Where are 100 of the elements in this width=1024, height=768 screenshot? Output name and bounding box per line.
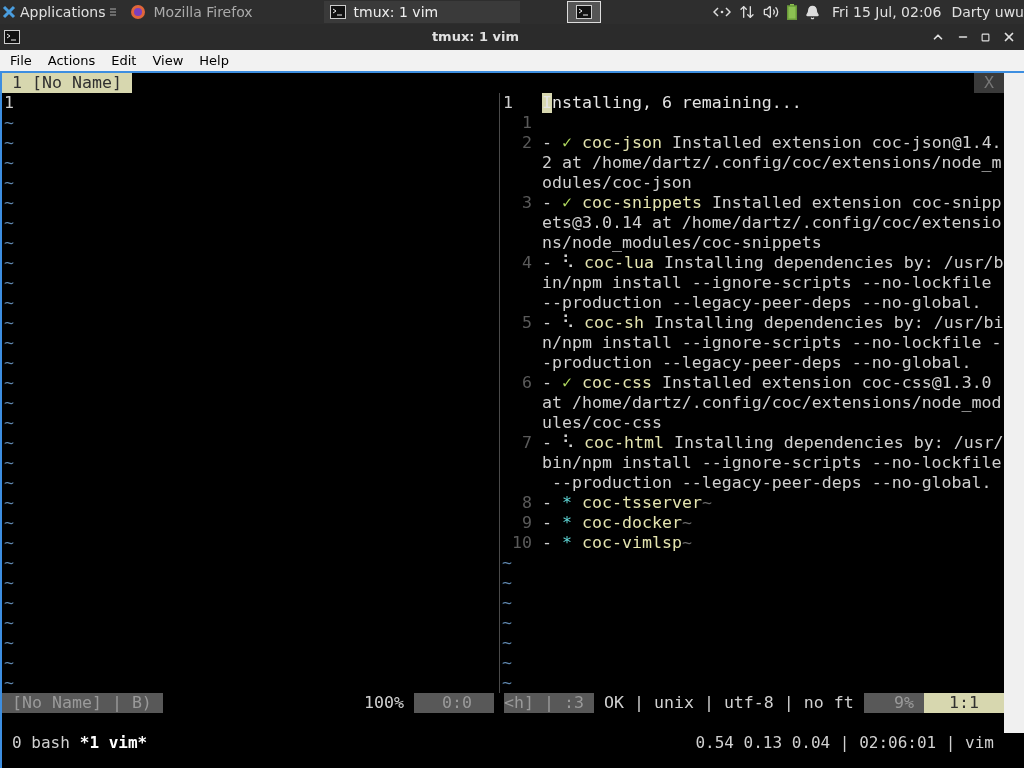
menu-item[interactable]: Help xyxy=(191,50,237,71)
tilde: ~ xyxy=(502,633,512,652)
terminal-icon xyxy=(4,30,20,44)
code-line: ules/coc-css xyxy=(542,413,662,433)
tilde: ~ xyxy=(4,573,14,592)
menu-item[interactable]: Edit xyxy=(103,50,145,71)
tilde: ~ xyxy=(502,573,512,592)
line-number: 4 xyxy=(521,253,532,273)
position-status: 0:0 xyxy=(414,693,494,713)
user-menu[interactable]: Darty uwu xyxy=(951,1,1024,23)
code-line: at /home/dartz/.config/coc/extensions/node_mod xyxy=(542,393,1002,413)
buffer-status: [No Name] | B) xyxy=(2,693,163,713)
line-number: 6 xyxy=(521,373,532,393)
tilde: ~ xyxy=(4,293,14,312)
file-info: OK | unix | utf-8 | no ft xyxy=(604,693,855,713)
tmux-window[interactable]: *1 vim* xyxy=(79,733,148,753)
tilde: ~ xyxy=(4,393,14,412)
tilde: ~ xyxy=(4,613,14,632)
tmux-status-info: 0.54 0.13 0.04 | 02:06:01 | vim xyxy=(695,733,994,753)
menu-icon xyxy=(109,7,116,17)
close-icon[interactable] xyxy=(1002,30,1016,44)
code-line: odules/coc-json xyxy=(542,173,692,193)
code-line: - ✓ coc-css Installed extension coc-css@1.3.0 xyxy=(542,373,992,393)
tilde: ~ xyxy=(4,373,14,392)
maximize-icon[interactable] xyxy=(981,32,990,42)
tilde: ~ xyxy=(4,413,14,432)
code-line: --production --legacy-peer-deps --no-global. xyxy=(542,293,982,313)
percent-status: 100% xyxy=(364,693,405,713)
mode-status: <h] | :3 xyxy=(504,693,594,713)
code-line: - * coc-docker~ xyxy=(542,513,692,533)
tilde: ~ xyxy=(4,333,14,352)
cursor-status: 1:1 xyxy=(924,693,1004,713)
window-title: tmux: 1 vim xyxy=(430,28,521,47)
scrollbar[interactable] xyxy=(1004,73,1024,733)
tilde: ~ xyxy=(4,193,14,212)
code-line: - * coc-tsserver~ xyxy=(542,493,712,513)
code-line: ets@3.0.14 at /home/dartz/.config/coc/extensio xyxy=(542,213,1002,233)
tilde: ~ xyxy=(502,553,512,572)
code-line: - ⠣ coc-html Installing dependencies by: /usr/ xyxy=(542,433,1004,453)
tilde: ~ xyxy=(502,593,512,612)
line-number: 5 xyxy=(521,313,532,333)
line-number: 1 xyxy=(502,93,514,113)
applications-menu[interactable]: Applications xyxy=(0,0,120,24)
tilde: ~ xyxy=(4,533,14,552)
tilde: ~ xyxy=(4,353,14,372)
scroll-status: 9% xyxy=(864,693,924,713)
tilde: ~ xyxy=(4,273,14,292)
code-line: bin/npm install --ignore-scripts --no-lockfile xyxy=(542,453,1002,473)
tilde: ~ xyxy=(4,313,14,332)
clock[interactable]: Fri 15 Jul, 02:06 xyxy=(831,1,942,23)
tilde: ~ xyxy=(4,593,14,612)
network-icon xyxy=(712,6,731,18)
tilde: ~ xyxy=(502,613,512,632)
workspace-button[interactable] xyxy=(566,1,601,23)
code-line: - ⠣ coc-sh Installing dependencies by: /usr/bi xyxy=(542,313,1004,333)
code-line: - * coc-vimlsp~ xyxy=(542,533,692,553)
line-number: 9 xyxy=(521,513,532,533)
code-line: n/npm install --ignore-scripts --no-lockfile - xyxy=(542,333,1002,353)
buffer-tab[interactable]: 1 [No Name] xyxy=(2,73,132,93)
xfce-logo-icon xyxy=(2,5,16,19)
tilde: ~ xyxy=(4,653,14,672)
menu-item[interactable]: File xyxy=(2,50,40,71)
line-number: 10 xyxy=(511,533,532,553)
code-line: - ✓ coc-snippets Installed extension coc-snipp xyxy=(542,193,1002,213)
tilde: ~ xyxy=(4,213,14,232)
line-number: 1 xyxy=(4,93,14,112)
code-line: ns/node_modules/coc-snippets xyxy=(542,233,822,253)
tilde: ~ xyxy=(502,653,512,672)
code-line: in/npm install --ignore-scripts --no-lockfile xyxy=(542,273,993,293)
tilde: ~ xyxy=(502,673,512,692)
terminal-icon xyxy=(575,5,592,19)
code-line: 2 at /home/dartz/.config/coc/extensions/node_m xyxy=(542,153,1002,173)
firefox-icon xyxy=(129,4,146,20)
code-line: - ✓ coc-json Installed extension coc-json@1.4. xyxy=(542,133,1002,153)
line-number: 3 xyxy=(521,193,532,213)
code-line: --production --legacy-peer-deps --no-global. xyxy=(551,473,992,493)
transfer-icon xyxy=(738,4,755,20)
tilde: ~ xyxy=(4,153,14,172)
tilde: ~ xyxy=(4,173,14,192)
notification-icon xyxy=(804,4,820,20)
volume-icon xyxy=(762,4,779,20)
tilde: ~ xyxy=(4,133,14,152)
code-line: -production --legacy-peer-deps --no-global. xyxy=(542,353,972,373)
tilde: ~ xyxy=(4,673,14,692)
tilde: ~ xyxy=(4,493,14,512)
tilde: ~ xyxy=(4,633,14,652)
tmux-window[interactable]: 0 bash xyxy=(12,733,70,753)
tilde: ~ xyxy=(4,513,14,532)
line-number: 7 xyxy=(521,433,532,453)
task-button[interactable]: tmux: 1 vim xyxy=(323,1,520,23)
terminal-icon xyxy=(329,5,346,19)
line-number: 8 xyxy=(521,493,532,513)
menu-item[interactable]: View xyxy=(144,50,192,71)
line-number: 2 xyxy=(521,133,532,153)
menu-item[interactable]: Actions xyxy=(39,50,104,71)
line-number: 1 xyxy=(521,113,532,133)
tilde: ~ xyxy=(4,233,14,252)
tilde: ~ xyxy=(4,453,14,472)
tilde: ~ xyxy=(4,253,14,272)
tilde: ~ xyxy=(4,113,14,132)
